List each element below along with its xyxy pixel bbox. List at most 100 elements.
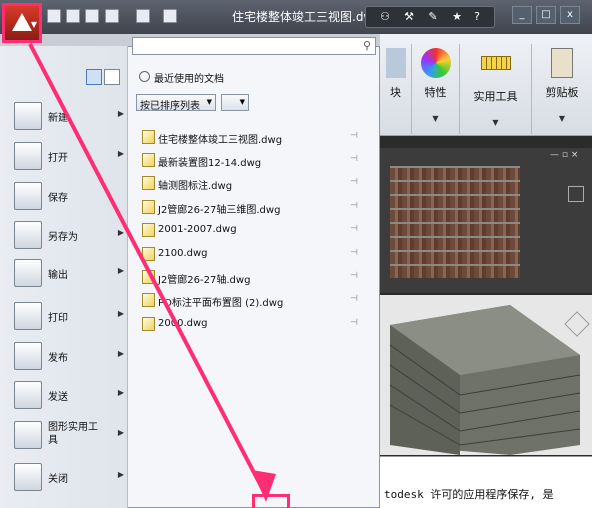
new-icon[interactable] [47,9,61,23]
block-icon [385,48,406,78]
chevron-right-icon: ▶ [117,388,124,397]
ribbon-panel-utilities[interactable]: 实用工具 ▼ [460,44,532,134]
brick-row [390,236,520,250]
wrench-icon[interactable]: ⚒ [402,10,416,24]
recent-file-item[interactable]: J2管廊26-27轴三维图.dwg ⊣ [140,196,364,218]
save-as-icon [14,221,42,249]
brick-row [390,208,520,222]
chevron-down-icon: ▼ [492,118,499,127]
plot-icon[interactable] [163,9,177,23]
send-icon [14,381,42,409]
open-documents-view-button[interactable] [104,69,120,85]
menu-item-save[interactable]: 保存 [10,176,126,216]
pin-icon[interactable]: ⊣ [350,294,358,304]
open-folder-icon [14,142,42,170]
export-icon [14,259,42,287]
recent-file-item[interactable]: 2000.dwg ⊣ [140,313,364,335]
ribbon: 块 特性 ▼ 实用工具 ▼ 剪贴板 ▼ [380,34,592,136]
pin-icon[interactable]: ⊣ [350,271,358,281]
pin-icon[interactable]: ⊣ [350,224,358,234]
infocenter-toolbar: ⚇ ⚒ ✎ ★ ? [365,6,495,28]
recent-file-item[interactable]: 轴测图标注.dwg ⊣ [140,172,364,194]
viewport-controls[interactable]: — ▫ × [550,150,586,160]
dwg-file-icon [142,200,155,214]
brick-row [390,264,520,278]
menu-item-export[interactable]: 输出 ▶ [10,253,126,293]
menu-item-close[interactable]: 关闭 ▶ [10,457,126,497]
chevron-down-icon: ▼ [30,20,37,29]
pin-icon[interactable]: ⊣ [350,201,358,211]
chevron-right-icon: ▶ [117,109,124,118]
brick-row [390,222,520,236]
dwg-file-icon [142,176,155,190]
recent-file-item[interactable]: J2管廊26-27轴.dwg ⊣ [140,266,364,288]
pin-icon[interactable]: ✎ [426,10,440,24]
recent-documents-view-button[interactable] [86,69,102,85]
pin-icon[interactable]: ⊣ [350,177,358,187]
recent-file-item[interactable]: 住宅楼整体竣工三视图.dwg ⊣ [140,126,364,148]
save-icon [14,182,42,210]
clock-icon [139,71,150,82]
recent-file-item[interactable]: 2100.dwg ⊣ [140,243,364,265]
save-icon[interactable] [85,9,99,23]
window-title: 住宅楼整体竣工三视图.dwg [232,10,381,24]
ribbon-panel-block[interactable]: 块 [380,44,412,134]
dwg-file-icon [142,270,155,284]
recent-file-item[interactable]: 最新装置图12-14.dwg ⊣ [140,149,364,171]
application-button[interactable]: ▼ [2,3,42,43]
search-icon: ⚲ [362,39,371,52]
recent-file-item[interactable]: 2001-2007.dwg ⊣ [140,219,364,241]
star-icon[interactable]: ★ [450,10,464,24]
menu-item-save-as[interactable]: 另存为 ▶ [10,215,126,255]
clipboard-icon [551,48,573,78]
menu-item-publish[interactable]: 发布 ▶ [10,336,126,376]
dwg-file-icon [142,293,155,307]
help-icon[interactable]: ? [470,10,484,24]
chevron-right-icon: ▶ [117,149,124,158]
open-icon[interactable] [66,9,80,23]
brick-row [390,194,520,208]
chevron-down-icon: ▼ [558,114,566,123]
menu-item-send[interactable]: 发送 ▶ [10,375,126,415]
brick-row [390,166,520,180]
facade-rows [390,166,520,278]
ribbon-panel-clipboard[interactable]: 剪贴板 ▼ [532,44,592,134]
autocad-logo-icon [12,13,32,31]
recent-file-item[interactable]: PO标注平面布置图 (2).dwg ⊣ [140,289,364,311]
menu-item-drawing-utilities[interactable]: 图形实用工 具 ▶ [10,415,126,455]
view-mode-select[interactable]: ▼ [221,94,249,111]
recent-documents-heading: 最近使用的文档 [154,74,224,85]
ribbon-panel-properties[interactable]: 特性 ▼ [412,44,460,134]
chevron-right-icon: ▶ [117,309,124,318]
chevron-right-icon: ▶ [117,228,124,237]
chevron-right-icon: ▶ [117,266,124,275]
brick-row [390,180,520,194]
viewport-top[interactable]: — ▫ × [380,148,592,293]
menu-item-print[interactable]: 打印 ▶ [10,296,126,336]
viewport-3d[interactable] [380,295,592,455]
pin-icon[interactable]: ⊣ [350,248,358,258]
command-line-text: todesk 许可的应用程序保存, 是 [384,488,554,501]
menu-search-input[interactable]: ⚲ [132,37,376,55]
pin-icon[interactable]: ⊣ [350,131,358,141]
publish-icon [14,342,42,370]
building-3d-model [389,305,581,455]
minimize-button[interactable]: _ [512,6,532,24]
printer-icon [14,302,42,330]
maximize-button[interactable]: □ [536,6,556,24]
undo-icon[interactable] [105,9,119,23]
close-button[interactable]: x [560,6,580,24]
binoculars-icon[interactable]: ⚇ [378,10,392,24]
new-document-icon [14,102,42,130]
viewcube-icon[interactable] [568,186,584,202]
menu-item-new[interactable]: 新建 ▶ [10,96,126,136]
pin-icon[interactable]: ⊣ [350,318,358,328]
close-document-icon [14,463,42,491]
dwg-file-icon [142,130,155,144]
menu-item-open[interactable]: 打开 ▶ [10,136,126,176]
sort-order-select[interactable]: 按已排序列表 ▼ [136,94,216,112]
color-wheel-icon [420,48,451,78]
redo-icon[interactable] [136,9,150,23]
pin-icon[interactable]: ⊣ [350,154,358,164]
dwg-file-icon [142,317,155,331]
